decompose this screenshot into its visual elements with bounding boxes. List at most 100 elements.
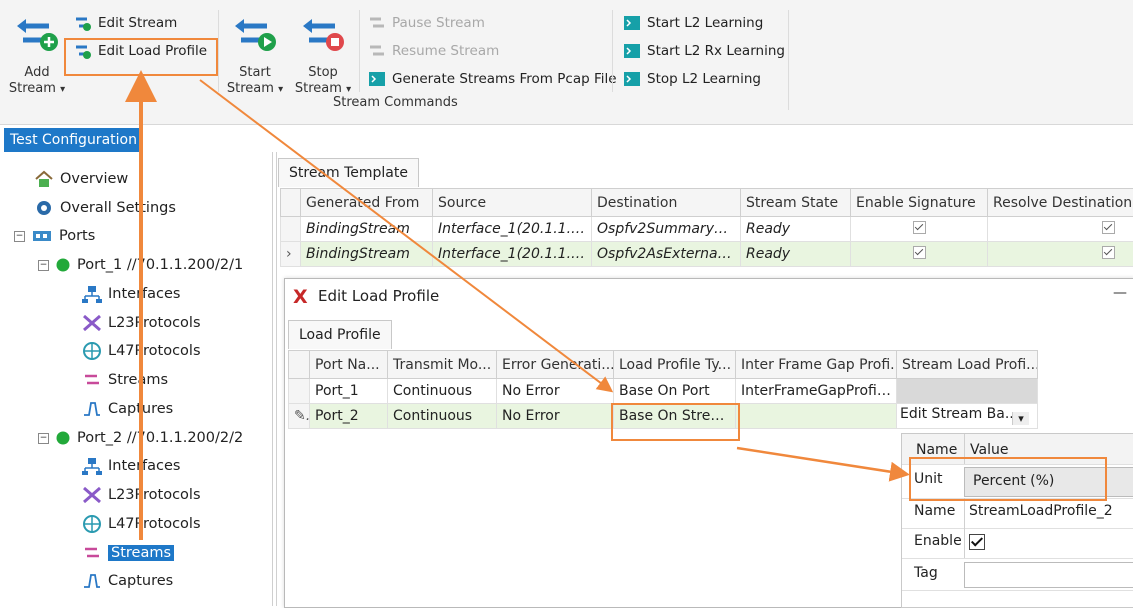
column-header[interactable]: Resolve Destination M <box>988 189 1133 217</box>
tree-item-l47protocols[interactable]: L47Protocols <box>82 339 201 363</box>
column-header[interactable]: Enable Signature <box>851 189 988 217</box>
cell-port[interactable]: Port_1 <box>310 379 388 404</box>
tree-item-overall-settings[interactable]: Overall Settings <box>34 196 176 220</box>
edit-stream-button[interactable]: Edit Stream <box>74 12 177 34</box>
cell-generated-from[interactable]: BindingStream <box>301 242 433 267</box>
start-l2-rx-learning-label: Start L2 Rx Learning <box>647 43 785 59</box>
stop-l2-learning-button[interactable]: Stop L2 Learning <box>623 68 761 90</box>
cell-state[interactable]: Ready <box>741 242 851 267</box>
start-stream-label-2: Stream ▾ <box>224 81 286 98</box>
cell-stream-load-profile-combo[interactable]: Edit Stream Ba...▾ <box>897 404 1038 429</box>
tree-item-l23protocols[interactable]: L23Protocols <box>82 311 201 335</box>
checkbox-checked[interactable] <box>913 221 926 234</box>
cell-error-generation[interactable]: No Error <box>497 404 614 429</box>
collapse-icon[interactable]: − <box>38 260 49 271</box>
property-label: Name <box>914 503 955 519</box>
table-row[interactable]: ✎ Port_2 Continuous No Error Base On Str… <box>289 404 1038 429</box>
cell-enable-signature[interactable] <box>851 217 988 242</box>
enable-checkbox[interactable] <box>969 534 985 550</box>
collapse-icon[interactable]: − <box>14 231 25 242</box>
cell-load-profile-type[interactable]: Base On Stream <box>614 404 736 429</box>
property-name-header: Name <box>916 442 957 458</box>
check-icon <box>971 534 983 546</box>
edit-load-profile-label: Edit Load Profile <box>98 43 207 59</box>
minimize-icon[interactable]: — <box>1113 285 1127 301</box>
tree-item-l47protocols[interactable]: L47Protocols <box>82 512 201 536</box>
start-l2-rx-learning-button[interactable]: Start L2 Rx Learning <box>623 40 785 62</box>
tree-item-streams[interactable]: Streams <box>82 368 168 392</box>
tab-stream-template[interactable]: Stream Template <box>278 158 419 187</box>
column-header[interactable]: Transmit Mo... <box>388 351 497 379</box>
property-row-tag: Tag <box>902 558 1133 591</box>
property-panel: Name Value Unit Percent (%) Name StreamL… <box>901 433 1133 608</box>
tree-item-port-1[interactable]: − Port_1 //70.1.1.200/2/1 <box>38 253 243 277</box>
gear-icon <box>34 198 54 218</box>
column-header[interactable]: Generated From <box>301 189 433 217</box>
column-header[interactable]: Error Generati... <box>497 351 614 379</box>
checkbox-checked[interactable] <box>1102 221 1115 234</box>
name-field[interactable]: StreamLoadProfile_2 <box>964 498 1133 528</box>
ribbon-separator <box>612 10 613 92</box>
column-header[interactable]: Inter Frame Gap Profi... <box>736 351 897 379</box>
column-header[interactable]: Destination <box>592 189 741 217</box>
column-header[interactable]: Load Profile Ty... <box>614 351 736 379</box>
cell-stream-load-profile[interactable] <box>897 379 1038 404</box>
column-header[interactable]: Source <box>433 189 592 217</box>
tree-item-streams-selected[interactable]: Streams <box>82 541 174 565</box>
cell-resolve-destination[interactable] <box>988 217 1133 242</box>
unit-value: Percent (%) <box>973 473 1054 489</box>
cell-destination[interactable]: Ospfv2AsExternalR... <box>592 242 741 267</box>
tree-item-overview[interactable]: Overview <box>34 167 128 191</box>
tree-item-captures[interactable]: Captures <box>82 569 173 593</box>
column-header[interactable]: Stream State <box>741 189 851 217</box>
checkbox-checked[interactable] <box>1102 246 1115 259</box>
resume-stream-icon <box>368 42 386 60</box>
cell-enable-signature[interactable] <box>851 242 988 267</box>
start-stream-button[interactable]: Start Stream ▾ <box>224 12 286 98</box>
cell-load-profile-type[interactable]: Base On Port <box>614 379 736 404</box>
streams-icon <box>82 371 102 389</box>
cell-error-generation[interactable]: No Error <box>497 379 614 404</box>
table-row[interactable]: Port_1 Continuous No Error Base On Port … <box>289 379 1038 404</box>
generate-from-pcap-button[interactable]: Generate Streams From Pcap File <box>368 68 617 90</box>
add-stream-button[interactable]: Add Stream ▾ <box>6 12 68 98</box>
edit-load-profile-icon <box>74 42 92 60</box>
cell-source[interactable]: Interface_1(20.1.1.2/24) <box>433 242 592 267</box>
start-l2-learning-button[interactable]: Start L2 Learning <box>623 12 763 34</box>
checkbox-checked[interactable] <box>913 246 926 259</box>
tag-field[interactable] <box>964 562 1133 588</box>
cell-source[interactable]: Interface_1(20.1.1.2/24) <box>433 217 592 242</box>
tree-label: Overall Settings <box>60 200 176 216</box>
combo-arrow-icon[interactable]: ▾ <box>1012 412 1029 425</box>
edit-load-profile-button[interactable]: Edit Load Profile <box>74 40 207 62</box>
table-row[interactable]: › BindingStream Interface_1(20.1.1.2/24)… <box>281 242 1133 267</box>
tree-item-ports[interactable]: − Ports <box>14 224 95 248</box>
unit-combo[interactable]: Percent (%) <box>964 467 1133 497</box>
cell-ifg-profile[interactable] <box>736 404 897 429</box>
tree-item-l23protocols[interactable]: L23Protocols <box>82 483 201 507</box>
resume-stream-button[interactable]: Resume Stream <box>368 40 499 62</box>
tree-item-captures[interactable]: Captures <box>82 397 173 421</box>
table-row[interactable]: BindingStream Interface_1(20.1.1.2/24) O… <box>281 217 1133 242</box>
column-header[interactable]: Port Na... <box>310 351 388 379</box>
cell-resolve-destination[interactable] <box>988 242 1133 267</box>
tree-item-interfaces[interactable]: Interfaces <box>82 454 180 478</box>
tree-item-interfaces[interactable]: Interfaces <box>82 282 180 306</box>
cell-generated-from[interactable]: BindingStream <box>301 217 433 242</box>
pause-stream-button[interactable]: Pause Stream <box>368 12 485 34</box>
tab-load-profile[interactable]: Load Profile <box>288 320 392 349</box>
cell-destination[interactable]: Ospfv2SummaryRo... <box>592 217 741 242</box>
tree-label: Interfaces <box>108 458 180 474</box>
tree-label: L47Protocols <box>108 343 201 359</box>
cell-ifg-profile[interactable]: InterFrameGapProfile... <box>736 379 897 404</box>
cell-port[interactable]: Port_2 <box>310 404 388 429</box>
stop-stream-button[interactable]: Stop Stream ▾ <box>292 12 354 98</box>
cell-state[interactable]: Ready <box>741 217 851 242</box>
collapse-icon[interactable]: − <box>38 433 49 444</box>
column-header[interactable]: Stream Load Profi... <box>897 351 1038 379</box>
tree-item-port-2[interactable]: − Port_2 //70.1.1.200/2/2 <box>38 426 243 450</box>
tree-label: L47Protocols <box>108 516 201 532</box>
cell-transmit-mode[interactable]: Continuous <box>388 379 497 404</box>
stop-l2-learning-label: Stop L2 Learning <box>647 71 761 87</box>
cell-transmit-mode[interactable]: Continuous <box>388 404 497 429</box>
